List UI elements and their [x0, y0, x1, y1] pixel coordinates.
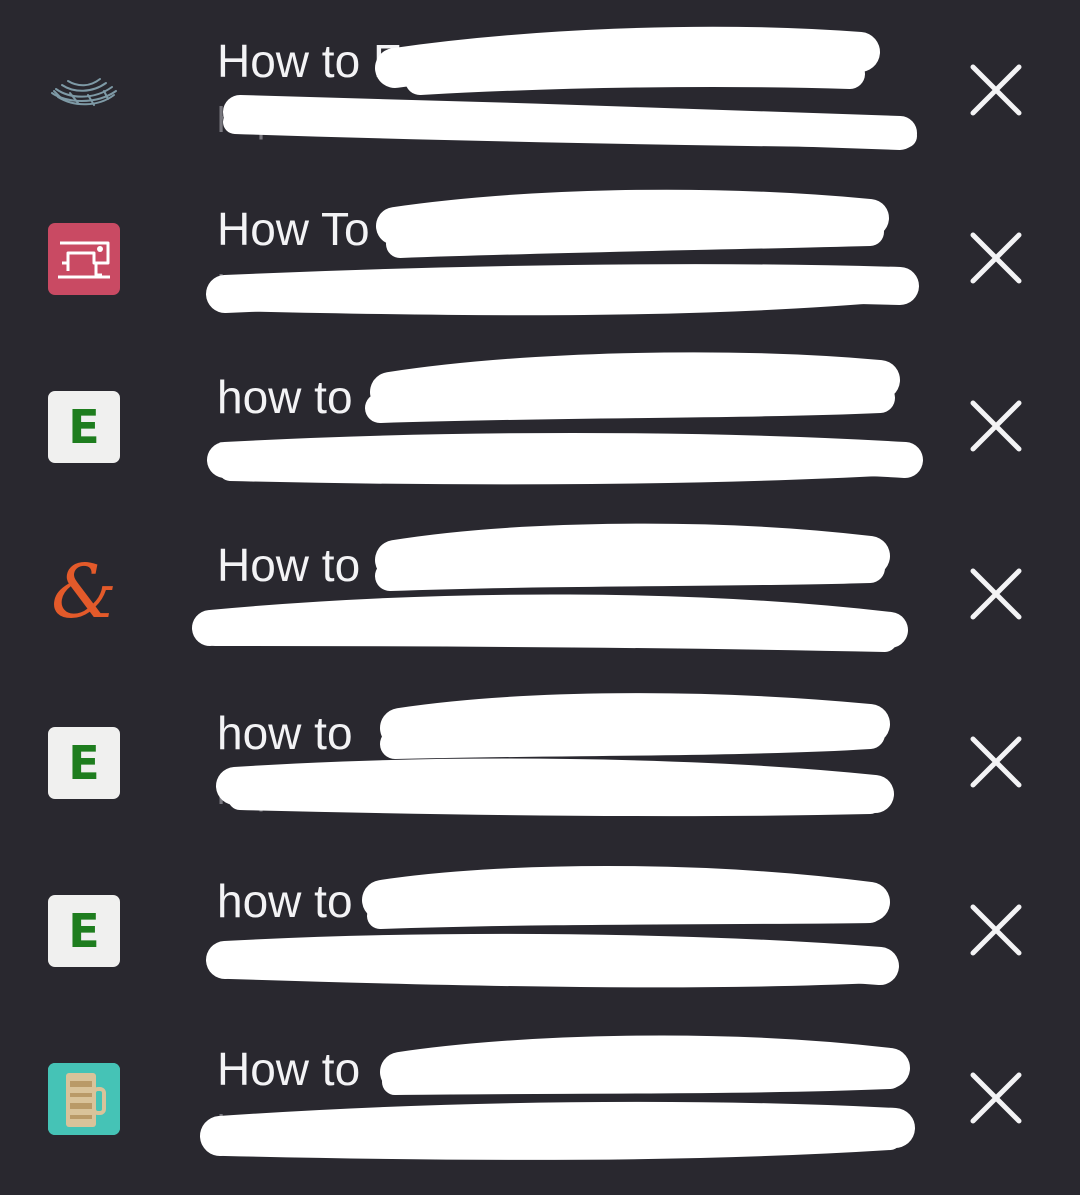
history-item-url: https — [217, 1107, 296, 1148]
ampersand-icon: & — [48, 559, 120, 631]
letter-e-icon: E — [48, 895, 120, 967]
remove-item-button[interactable] — [966, 564, 1026, 624]
history-item[interactable]: E how to https — [0, 336, 1080, 504]
close-icon — [970, 64, 1022, 116]
remove-item-button[interactable] — [966, 228, 1026, 288]
history-item[interactable]: How to https — [0, 1008, 1080, 1176]
close-icon — [970, 904, 1022, 956]
history-list: How to F http How To https E how to http… — [0, 0, 1080, 1195]
history-item-title: How to — [217, 539, 361, 591]
close-icon — [970, 736, 1022, 788]
remove-item-button[interactable] — [966, 1068, 1026, 1128]
history-item-title: How to F — [217, 35, 402, 87]
history-item-url: https — [217, 435, 296, 476]
history-item[interactable]: How to F http — [0, 0, 1080, 168]
history-item-text: How to https://sheepand — [217, 534, 917, 654]
cafe-icon — [48, 1063, 120, 1135]
history-item-title: how to — [217, 371, 353, 423]
letter-e-icon: E — [48, 727, 120, 799]
remove-item-button[interactable] — [966, 60, 1026, 120]
remove-item-button[interactable] — [966, 732, 1026, 792]
close-icon — [970, 568, 1022, 620]
history-item-text: How To https — [217, 198, 917, 318]
bird-nest-icon — [48, 55, 120, 127]
history-item[interactable]: E how to https — [0, 840, 1080, 1008]
history-item-text: How to F http — [217, 30, 917, 150]
history-item-text: How to https — [217, 1038, 917, 1158]
close-icon — [970, 232, 1022, 284]
history-item[interactable]: & How to https://sheepand — [0, 504, 1080, 672]
favicon-letter: E — [68, 904, 100, 958]
history-item[interactable]: How To https — [0, 168, 1080, 336]
history-item-title: how to — [217, 875, 353, 927]
favicon-letter: E — [68, 736, 100, 790]
close-icon — [970, 1072, 1022, 1124]
history-item-url: https — [217, 939, 296, 980]
history-item-text: how to https — [217, 870, 917, 990]
history-item-text: how to https — [217, 702, 917, 822]
history-item-url: https — [217, 771, 296, 812]
remove-item-button[interactable] — [966, 900, 1026, 960]
sewing-machine-icon — [48, 223, 120, 295]
close-icon — [970, 400, 1022, 452]
letter-e-icon: E — [48, 391, 120, 463]
history-item-url: http — [217, 99, 278, 140]
history-item-url: https — [217, 267, 296, 308]
history-item[interactable]: E how to https — [0, 672, 1080, 840]
history-item-title: How To — [217, 203, 370, 255]
favicon-letter: E — [68, 400, 100, 454]
history-item-title: How to — [217, 1043, 361, 1095]
history-item-title: how to — [217, 707, 353, 759]
history-item-text: how to https — [217, 366, 917, 486]
history-item-url: https://sheepand — [217, 603, 484, 644]
remove-item-button[interactable] — [966, 396, 1026, 456]
favicon-letter: & — [51, 559, 117, 631]
